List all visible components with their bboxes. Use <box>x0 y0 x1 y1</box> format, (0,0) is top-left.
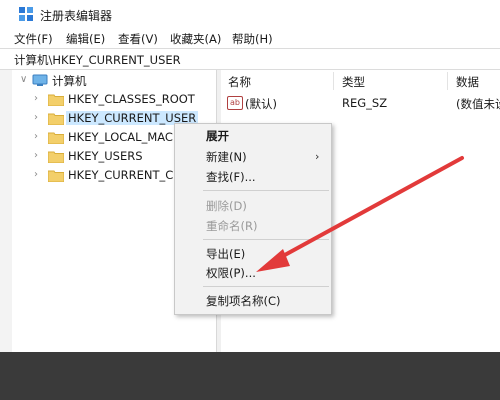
menu-item-export[interactable]: 导出(E) <box>206 246 245 262</box>
menu-item-rename: 重命名(R) <box>206 219 258 233</box>
menu-edit[interactable]: 编辑(E) <box>66 31 105 47</box>
chevron-right-icon[interactable]: › <box>34 93 44 105</box>
chevron-right-icon[interactable]: › <box>34 131 44 143</box>
address-bar[interactable]: 计算机\HKEY_CURRENT_USER <box>0 48 500 70</box>
address-path[interactable]: 计算机\HKEY_CURRENT_USER <box>14 52 181 68</box>
menu-favorites[interactable]: 收藏夹(A) <box>170 31 221 47</box>
menu-separator <box>203 190 329 191</box>
column-divider[interactable] <box>447 72 448 90</box>
tree-item-label: HKEY_CURRENT_CO <box>68 168 183 182</box>
tree-item-label: HKEY_LOCAL_MACH <box>68 130 182 144</box>
tree-root[interactable]: ∨ 计算机 <box>20 72 210 90</box>
tree-item-label: HKEY_CLASSES_ROOT <box>68 92 195 106</box>
chevron-right-icon[interactable]: › <box>34 169 44 181</box>
tree-item-label: HKEY_USERS <box>68 149 143 163</box>
tree-item-classes-root[interactable]: › HKEY_CLASSES_ROOT <box>34 91 214 109</box>
column-header-data[interactable]: 数据 <box>456 74 479 90</box>
menu-item-permissions[interactable]: 权限(P)... <box>206 265 256 281</box>
context-menu: 展开 新建(N) › 查找(F)... 删除(D) 重命名(R) 导出(E) 权… <box>174 123 332 315</box>
menu-view[interactable]: 查看(V) <box>118 31 158 47</box>
title-bar: 注册表编辑器 <box>0 0 500 28</box>
folder-icon <box>48 113 64 125</box>
value-data: (数值未设 <box>456 97 500 111</box>
folder-icon <box>48 132 64 144</box>
menu-item-delete: 删除(D) <box>206 199 247 213</box>
menu-separator <box>203 239 329 240</box>
window-title: 注册表编辑器 <box>40 9 113 23</box>
value-row[interactable]: ab (默认) REG_SZ (数值未设 <box>221 94 500 112</box>
column-header-name[interactable]: 名称 <box>228 74 251 90</box>
menu-help[interactable]: 帮助(H) <box>232 31 273 47</box>
folder-icon <box>48 94 64 106</box>
column-header-type[interactable]: 类型 <box>342 74 365 90</box>
string-value-icon: ab <box>227 96 243 110</box>
chevron-down-icon[interactable]: ∨ <box>20 74 30 86</box>
folder-icon <box>48 170 64 182</box>
value-name: (默认) <box>245 97 277 111</box>
menu-item-find[interactable]: 查找(F)... <box>206 169 256 185</box>
submenu-arrow-icon: › <box>315 150 320 163</box>
tree-root-label: 计算机 <box>52 74 87 88</box>
chevron-right-icon[interactable]: › <box>34 150 44 162</box>
menu-bar: 文件(F) 编辑(E) 查看(V) 收藏夹(A) 帮助(H) <box>0 28 500 48</box>
menu-item-copy-key-name[interactable]: 复制项名称(C) <box>206 293 281 309</box>
menu-separator <box>203 286 329 287</box>
value-type: REG_SZ <box>342 96 388 110</box>
computer-icon <box>32 74 48 86</box>
column-divider[interactable] <box>333 72 334 90</box>
menu-file[interactable]: 文件(F) <box>14 31 53 47</box>
menu-item-new[interactable]: 新建(N) <box>206 149 247 165</box>
chevron-right-icon[interactable]: › <box>34 112 44 124</box>
registry-editor-icon <box>19 7 33 21</box>
menu-item-expand[interactable]: 展开 <box>206 128 229 144</box>
left-edge <box>0 70 12 352</box>
folder-icon <box>48 151 64 163</box>
